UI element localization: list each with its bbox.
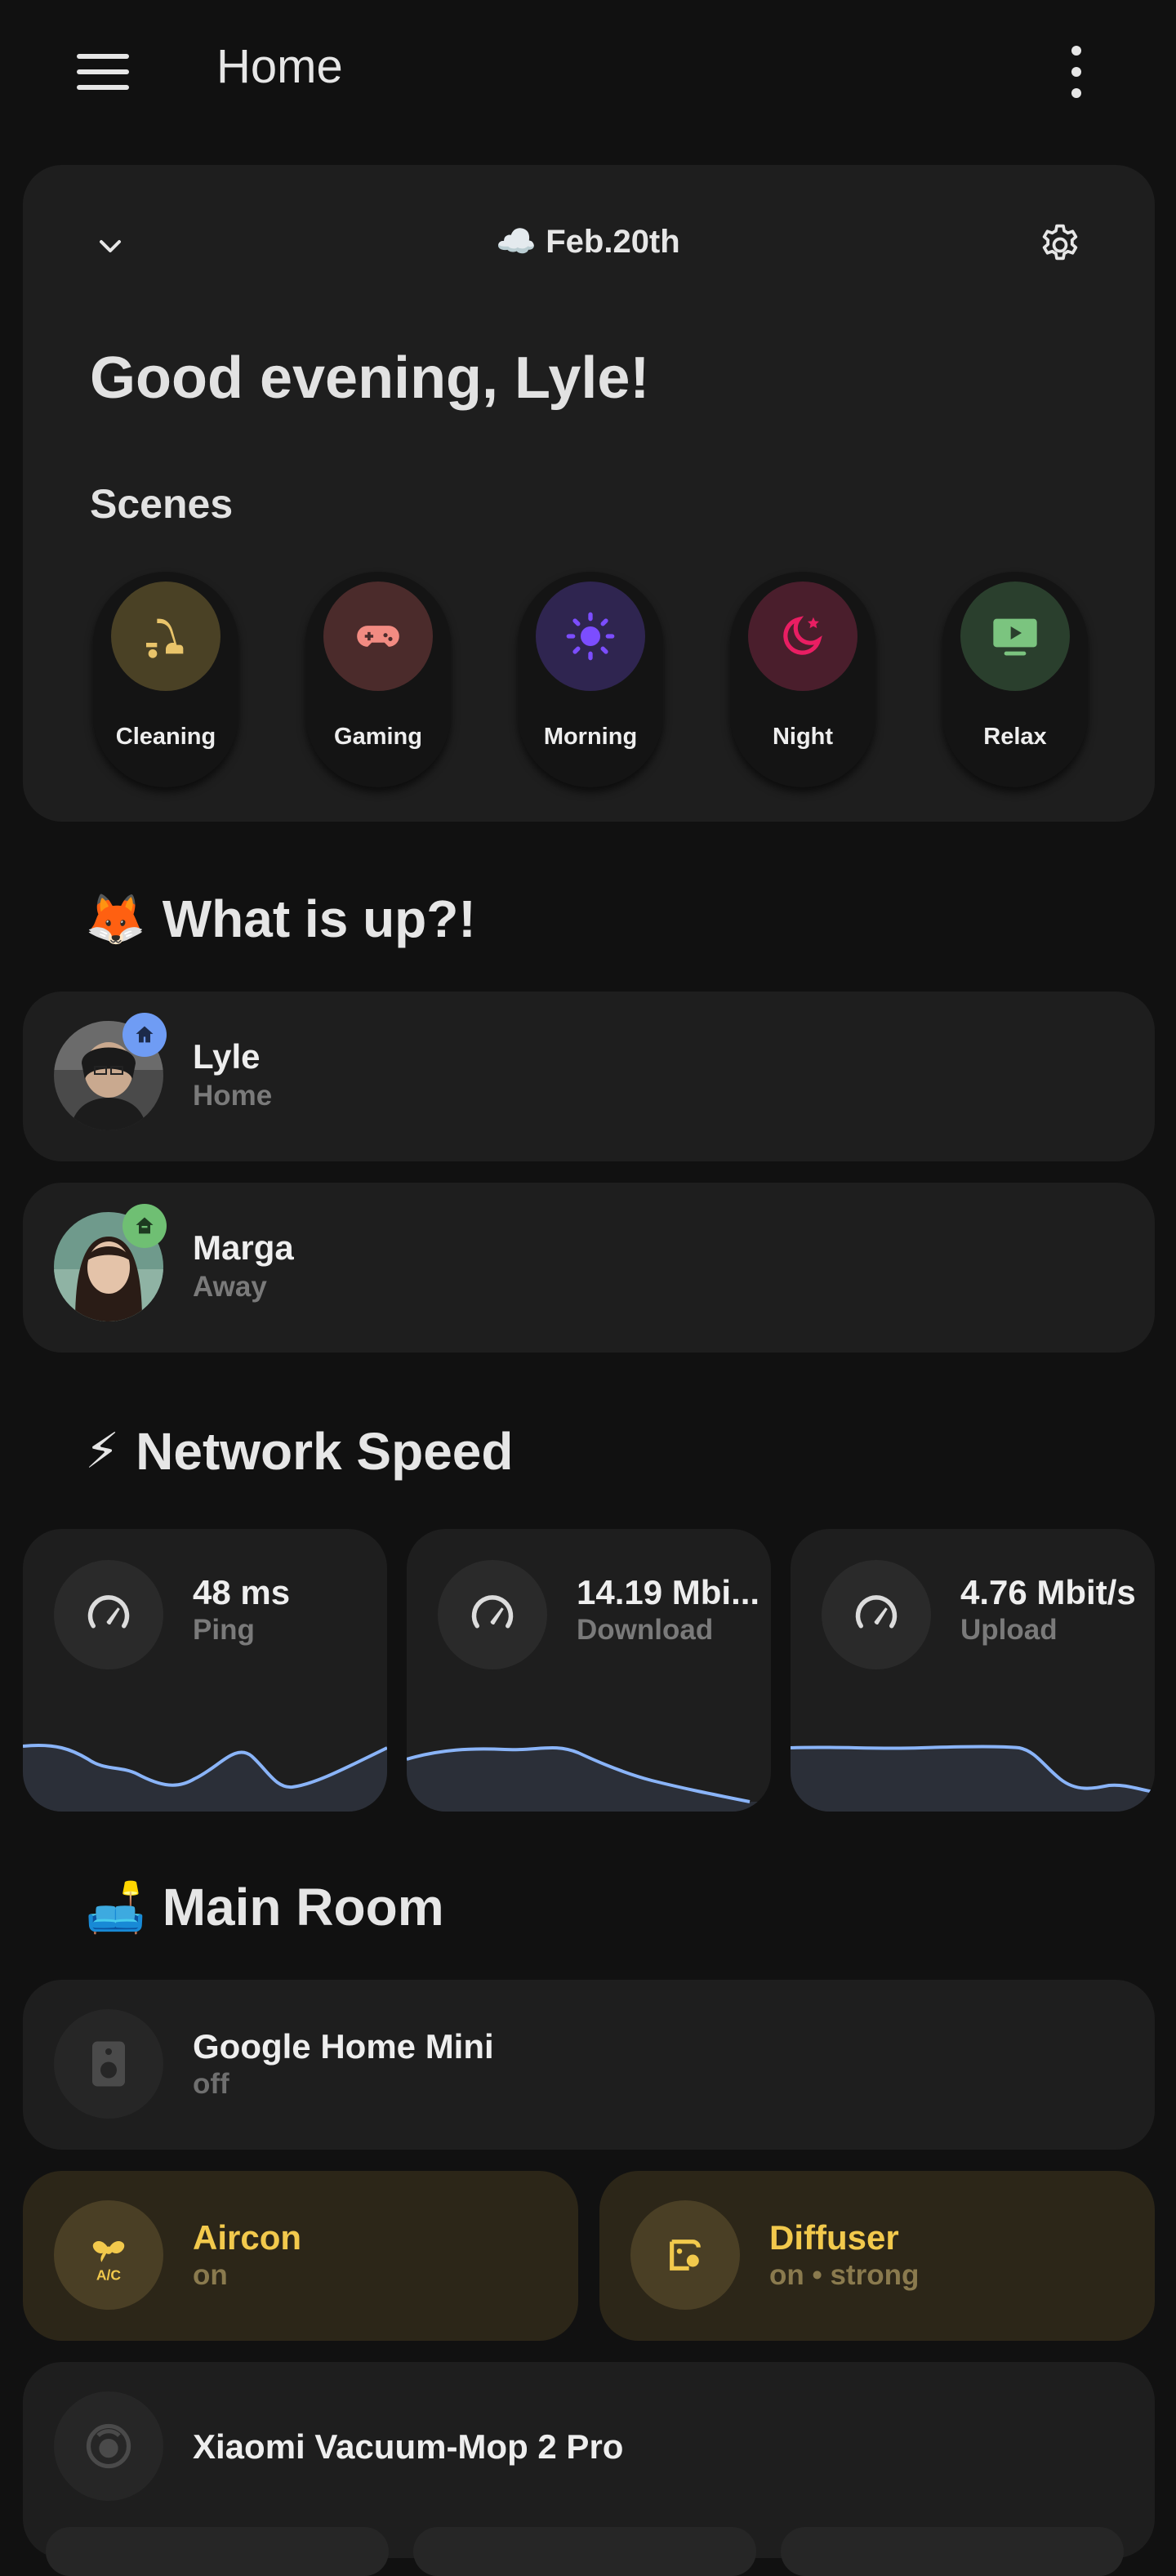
device-card-peek — [413, 2527, 756, 2576]
device-name: Aircon — [193, 2218, 302, 2257]
device-card-diffuser[interactable]: Diffuser on • strong — [599, 2171, 1155, 2341]
couch-emoji: 🛋️ — [85, 1879, 146, 1935]
speaker-icon — [54, 2009, 163, 2119]
device-name: Diffuser — [769, 2218, 899, 2257]
fox-emoji: 🦊 — [85, 891, 146, 947]
scene-label: Gaming — [334, 724, 422, 750]
home-away-icon — [122, 1204, 167, 1248]
network-card-download[interactable]: 14.19 Mbi... Download — [407, 1529, 771, 1812]
robot-vacuum-icon — [54, 2391, 163, 2501]
svg-text:A/C: A/C — [96, 2267, 122, 2284]
home-icon — [122, 1013, 167, 1057]
person-name: Lyle — [193, 1037, 261, 1076]
section-title-text: What is up?! — [162, 889, 476, 948]
network-label: Upload — [960, 1614, 1058, 1646]
network-card-ping[interactable]: 48 ms Ping — [23, 1529, 387, 1812]
network-label: Download — [577, 1614, 714, 1646]
device-card-peek — [781, 2527, 1124, 2576]
sun-icon — [536, 582, 645, 691]
diffuser-icon — [630, 2200, 740, 2310]
device-card-peek — [46, 2527, 389, 2576]
speedometer-icon — [54, 1560, 163, 1669]
scene-relax-button[interactable]: Relax — [942, 572, 1088, 787]
device-name: Google Home Mini — [193, 2027, 494, 2066]
device-state: on — [193, 2259, 228, 2291]
device-name: Xiaomi Vacuum-Mop 2 Pro — [193, 2427, 624, 2466]
network-card-upload[interactable]: 4.76 Mbit/s Upload — [791, 1529, 1155, 1812]
moon-star-icon — [748, 582, 858, 691]
greeting-text: Good evening, Lyle! — [90, 345, 650, 411]
scene-night-button[interactable]: Night — [730, 572, 875, 787]
gear-icon[interactable] — [1037, 222, 1083, 268]
scenes-title: Scenes — [90, 481, 234, 527]
whatsup-section-title: 🦊 What is up?! — [85, 889, 476, 949]
air-conditioner-icon: A/C — [54, 2200, 163, 2310]
page-title: Home — [216, 40, 343, 93]
network-value: 14.19 Mbi... — [577, 1573, 760, 1611]
network-value: 4.76 Mbit/s — [960, 1573, 1136, 1611]
scene-label: Morning — [543, 724, 638, 750]
device-state: off — [193, 2068, 229, 2100]
scene-morning-button[interactable]: Morning — [518, 572, 663, 787]
network-section-title: ⚡ Network Speed — [85, 1421, 513, 1482]
tv-play-icon — [960, 582, 1070, 691]
network-value: 48 ms — [193, 1573, 291, 1611]
person-card-marga[interactable]: Marga Away — [23, 1183, 1155, 1353]
scene-label: Relax — [983, 724, 1047, 750]
gamepad-icon — [323, 582, 433, 691]
top-app-bar: Home — [0, 0, 1176, 147]
scene-label: Cleaning — [115, 724, 216, 750]
device-state: on • strong — [769, 2259, 920, 2291]
section-title-text: Network Speed — [136, 1422, 514, 1481]
person-name: Marga — [193, 1228, 294, 1267]
person-state: Home — [193, 1080, 273, 1112]
scene-label: Night — [772, 724, 834, 750]
more-options-icon[interactable] — [1060, 46, 1093, 98]
scene-gaming-button[interactable]: Gaming — [305, 572, 451, 787]
section-title-text: Main Room — [162, 1878, 444, 1936]
vacuum-icon — [111, 582, 220, 691]
device-card-aircon[interactable]: A/C Aircon on — [23, 2171, 578, 2341]
speedometer-icon — [822, 1560, 931, 1669]
person-state: Away — [193, 1271, 267, 1303]
lightning-emoji: ⚡ — [85, 1424, 120, 1478]
device-card-google-home[interactable]: Google Home Mini off — [23, 1980, 1155, 2150]
speedometer-icon — [438, 1560, 547, 1669]
menu-icon[interactable] — [72, 47, 134, 96]
date-weather: ☁️ Feb.20th — [496, 224, 680, 260]
main-room-section-title: 🛋️ Main Room — [85, 1877, 444, 1937]
scene-cleaning-button[interactable]: Cleaning — [93, 572, 238, 787]
person-card-lyle[interactable]: Lyle Home — [23, 992, 1155, 1161]
network-label: Ping — [193, 1614, 255, 1646]
